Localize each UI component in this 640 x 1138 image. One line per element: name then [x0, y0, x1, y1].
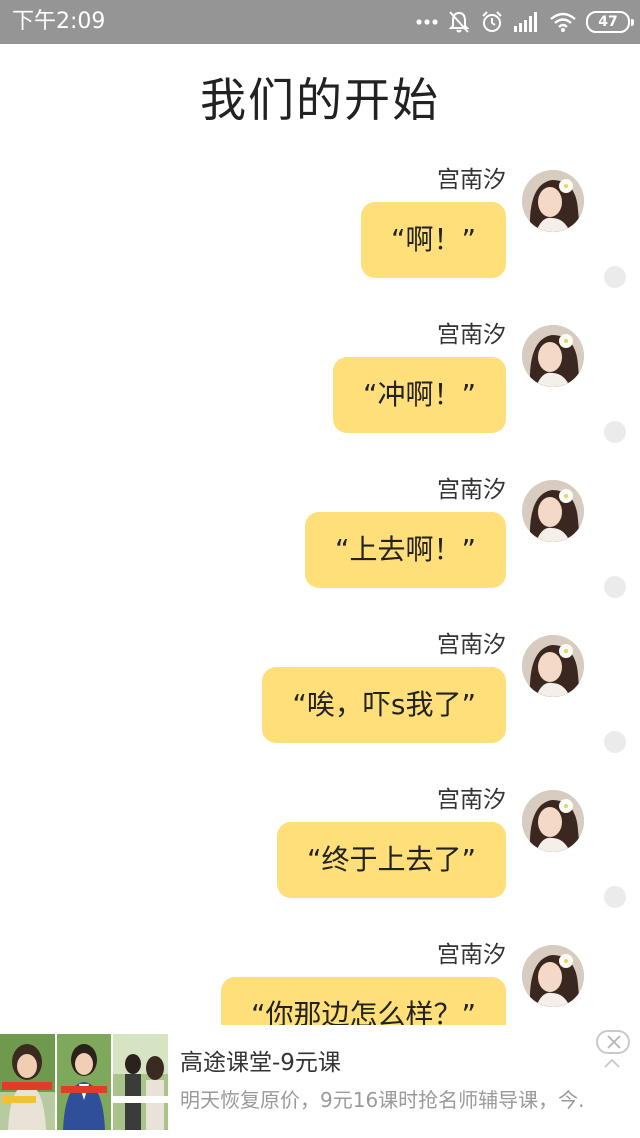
message-bubble[interactable]: “唉，吓s我了”	[262, 667, 506, 743]
avatar[interactable]	[522, 480, 584, 542]
message-bubble[interactable]: “冲啊！”	[332, 357, 506, 433]
sender-name: 宫南汐	[437, 167, 506, 193]
battery-icon: 47	[586, 11, 634, 33]
page-title: 我们的开始	[200, 73, 440, 127]
ad-thumbnail[interactable]	[0, 1034, 169, 1130]
ad-thumbnail-image	[113, 1034, 169, 1130]
message-item[interactable]: 宫南汐 “上去啊！”	[0, 460, 640, 615]
ad-title[interactable]: 高途课堂-9元课	[180, 1048, 341, 1078]
signal-icon	[514, 12, 537, 32]
avatar[interactable]	[522, 170, 584, 232]
message-item[interactable]: 宫南汐 “唉，吓s我了”	[0, 615, 640, 770]
select-circle[interactable]	[604, 886, 626, 908]
avatar[interactable]	[522, 635, 584, 697]
close-icon	[607, 1035, 621, 1049]
message-bubble[interactable]: “终于上去了”	[276, 822, 506, 898]
bell-muted-icon	[448, 11, 470, 33]
select-circle[interactable]	[604, 731, 626, 753]
ad-banner[interactable]: 高途课堂-9元课 明天恢复原价，9元16课时抢名师辅导课，今.	[0, 1028, 640, 1138]
message-item[interactable]: 宫南汐 “冲啊！”	[0, 305, 640, 460]
more-dots-icon	[416, 19, 438, 25]
message-bubble[interactable]: “你那边怎么样？”	[220, 977, 506, 1025]
message-item[interactable]: 宫南汐 “终于上去了”	[0, 770, 640, 925]
chevron-up-icon[interactable]	[604, 1058, 620, 1068]
message-bubble[interactable]: “啊！”	[360, 202, 506, 278]
status-icons: 47	[416, 9, 634, 35]
select-circle[interactable]	[604, 266, 626, 288]
message-item[interactable]: 宫南汐 “啊！”	[0, 150, 640, 305]
avatar[interactable]	[522, 945, 584, 1007]
message-item[interactable]: 宫南汐 “你那边怎么样？”	[0, 925, 640, 1025]
select-circle[interactable]	[604, 576, 626, 598]
status-bar: 下午2:09 47	[0, 0, 640, 44]
alarm-clock-icon	[482, 11, 502, 32]
sender-name: 宫南汐	[437, 942, 506, 968]
ad-thumbnail-image	[56, 1034, 112, 1130]
wifi-icon	[550, 12, 576, 32]
avatar[interactable]	[522, 325, 584, 387]
sender-name: 宫南汐	[437, 477, 506, 503]
battery-level: 47	[598, 14, 618, 30]
message-list[interactable]: 宫南汐 “啊！” 宫南汐 “冲啊！” 宫南汐 “上去啊！” 宫南汐 “唉，吓s我了” 宫南汐 “终…	[0, 150, 640, 1025]
ad-thumbnail-image	[0, 1034, 55, 1130]
avatar[interactable]	[522, 790, 584, 852]
sender-name: 宫南汐	[437, 322, 506, 348]
ad-close-button[interactable]	[596, 1030, 630, 1054]
sender-name: 宫南汐	[437, 632, 506, 658]
message-bubble[interactable]: “上去啊！”	[304, 512, 506, 588]
select-circle[interactable]	[604, 421, 626, 443]
sender-name: 宫南汐	[437, 787, 506, 813]
ad-description[interactable]: 明天恢复原价，9元16课时抢名师辅导课，今.	[180, 1086, 600, 1114]
status-time: 下午2:09	[12, 9, 106, 34]
